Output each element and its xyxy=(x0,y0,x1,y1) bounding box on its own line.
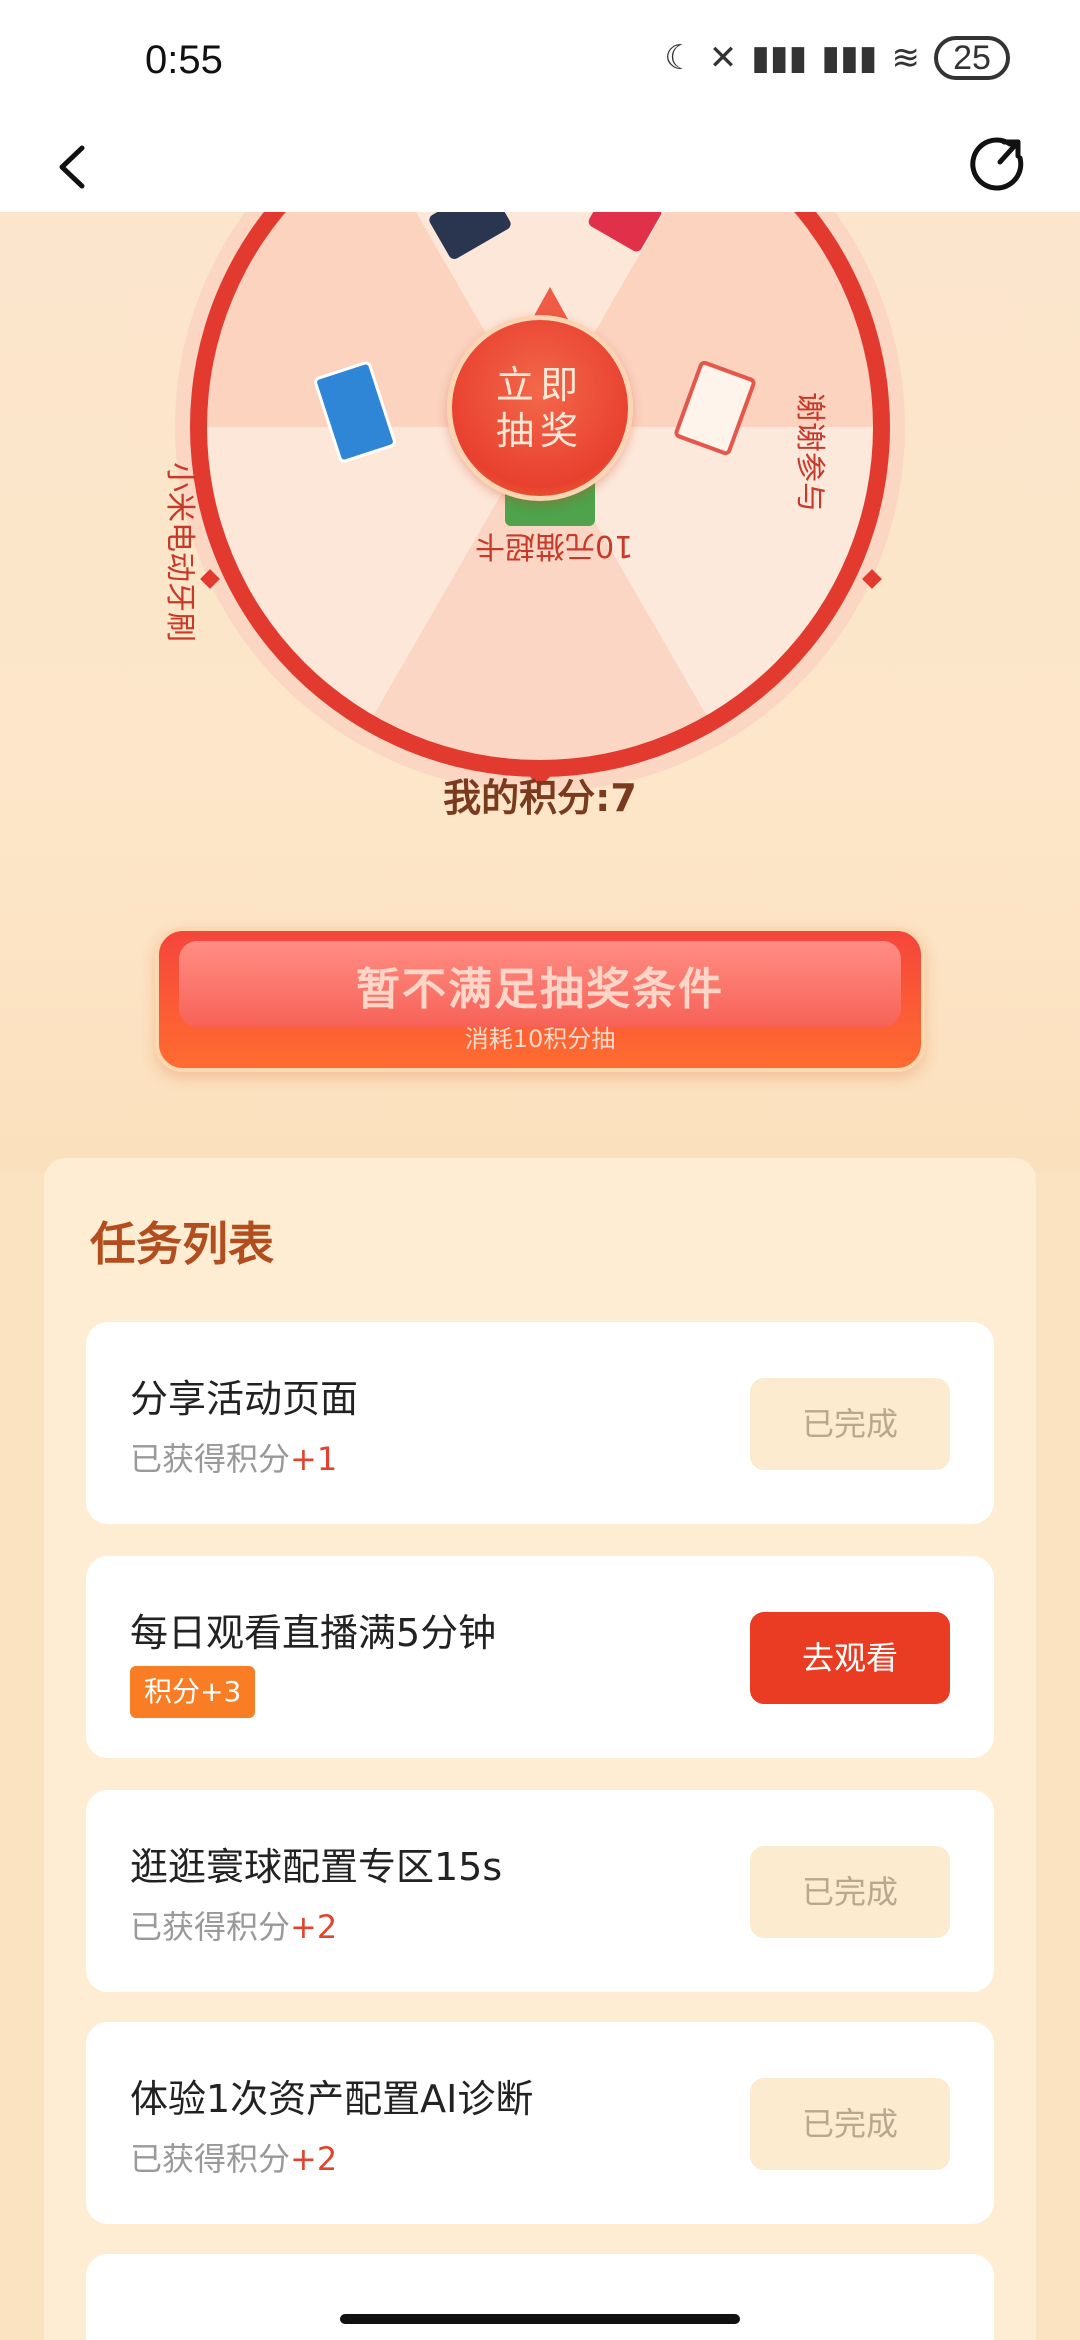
signal-icon: ▮▮▮ xyxy=(751,38,808,78)
go-watch-button[interactable]: 去观看 xyxy=(750,1612,950,1704)
start-draw-label-1: 立即 xyxy=(495,363,584,407)
no-sim-icon: ✕ xyxy=(708,38,738,78)
task-name: 分享活动页面 xyxy=(130,1377,359,1421)
draw-button-subtitle: 消耗10积分抽 xyxy=(464,1025,616,1053)
start-draw-button[interactable]: 立即 抽奖 xyxy=(447,315,633,501)
task-card-next xyxy=(86,2254,994,2340)
task-done-button[interactable]: 已完成 xyxy=(750,1378,950,1470)
points-badge: 积分+3 xyxy=(130,1666,256,1718)
back-button[interactable] xyxy=(40,132,110,202)
status-time: 0:55 xyxy=(145,38,223,82)
task-card-share: 分享活动页面 已获得积分+1 已完成 xyxy=(86,1322,994,1524)
lottery-hero: 小米电动牙刷 谢谢参与 10元猫超卡 立即 抽奖 我的积分:7 暂不满足抽奖条件… xyxy=(0,62,1080,1172)
task-reward: 已获得积分+1 xyxy=(130,1440,338,1478)
hd-signal-icon: ▮▮▮ xyxy=(821,38,878,78)
draw-button-title: 暂不满足抽奖条件 xyxy=(356,964,724,1015)
app-header xyxy=(0,120,1080,212)
my-points: 我的积分:7 xyxy=(443,776,637,820)
prize-label-tmall-card: 10元猫超卡 xyxy=(475,528,634,563)
wifi-icon: ≋ xyxy=(891,38,921,78)
share-icon xyxy=(970,137,1024,191)
task-card-browse-zone: 逛逛寰球配置专区15s 已获得积分+2 已完成 xyxy=(86,1790,994,1992)
task-name: 逛逛寰球配置专区15s xyxy=(130,1845,503,1889)
task-done-button[interactable]: 已完成 xyxy=(750,2078,950,2170)
home-indicator xyxy=(340,2314,740,2324)
start-draw-label-2: 抽奖 xyxy=(495,409,584,453)
battery-icon: 25 xyxy=(934,36,1010,80)
task-name: 体验1次资产配置AI诊断 xyxy=(130,2077,534,2121)
task-done-button[interactable]: 已完成 xyxy=(750,1846,950,1938)
task-panel: 任务列表 分享活动页面 已获得积分+1 已完成 每日观看直播满5分钟 积分+3 … xyxy=(44,1158,1036,2340)
task-reward: 已获得积分+2 xyxy=(130,2140,338,2178)
chevron-left-icon xyxy=(59,145,85,189)
task-list-title: 任务列表 xyxy=(90,1217,274,1271)
moon-icon: ☾ xyxy=(664,38,695,78)
task-name: 每日观看直播满5分钟 xyxy=(130,1611,497,1655)
prize-label-thanks: 谢谢参与 xyxy=(792,392,827,512)
status-icons: ☾ ✕ ▮▮▮ ▮▮▮ ≋ 25 xyxy=(664,36,1010,80)
draw-condition-button[interactable]: 暂不满足抽奖条件 消耗10积分抽 xyxy=(155,927,925,1072)
prize-label-toothbrush: 小米电动牙刷 xyxy=(162,462,197,642)
share-button[interactable] xyxy=(964,128,1040,204)
status-bar: 0:55 ☾ ✕ ▮▮▮ ▮▮▮ ≋ 25 xyxy=(0,0,1080,120)
task-card-ai-diagnosis: 体验1次资产配置AI诊断 已获得积分+2 已完成 xyxy=(86,2022,994,2224)
task-card-watch-live: 每日观看直播满5分钟 积分+3 去观看 xyxy=(86,1556,994,1758)
task-reward: 已获得积分+2 xyxy=(130,1908,338,1946)
